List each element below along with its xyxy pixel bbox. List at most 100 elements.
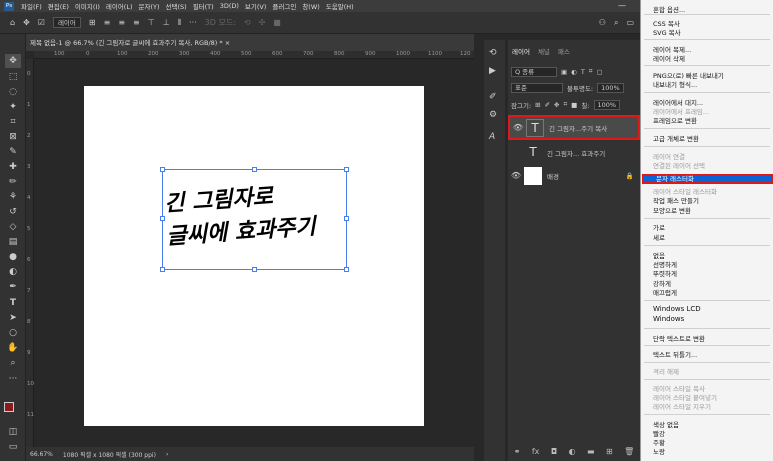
menu-item-export-as[interactable]: 내보내기 형식... [653,79,697,89]
hand-tool-icon[interactable]: ✋ [5,341,21,355]
layer-name[interactable]: 배경 [547,171,559,181]
filter-smart-icon[interactable]: ▢ [596,68,602,76]
fx-button[interactable]: fx [532,447,540,456]
menu-item-aa-smooth[interactable]: 매끄럽게 [653,287,677,297]
lock-artboard-icon[interactable]: ⌗ [564,100,568,109]
transform-handle[interactable] [252,267,257,272]
layer-row[interactable]: T 긴 그림자... 효과주기 [508,140,640,165]
layer-filter-dropdown[interactable]: Q 종류 [511,66,557,77]
layer-row-selected[interactable]: 👁 T 긴 그림자...주기 복사 [508,115,640,140]
gradient-tool-icon[interactable]: ▤ [5,235,21,249]
lock-transparent-icon[interactable]: ⊞ [535,101,540,109]
type-tool-icon[interactable]: T [5,296,21,310]
actions-panel-icon[interactable]: ▶ [489,66,496,76]
menu-item-delete-layer[interactable]: 레이어 삭제 [653,53,685,63]
add-mask-icon[interactable]: ◘ [551,447,557,456]
search-icon[interactable]: ⌕ [614,18,618,28]
transform-handle[interactable] [160,167,165,172]
blend-mode-dropdown[interactable]: 표준 [511,82,563,93]
menu-item-create-work-path[interactable]: 작업 패스 만들기 [653,195,699,205]
filter-adjust-icon[interactable]: ◐ [571,68,577,76]
layer-name[interactable]: 긴 그림자...주기 복사 [549,123,607,133]
align-top-icon[interactable]: ⊤ [148,18,155,27]
history-brush-icon[interactable]: ↺ [5,205,21,219]
filter-shape-icon[interactable]: ⌗ [589,67,593,76]
edit-toolbar-icon[interactable]: ··· [5,372,21,386]
menu-item-warp-text[interactable]: 텍스트 뒤틀기... [653,349,697,359]
close-tab-icon[interactable]: × [225,39,230,47]
menu-filter[interactable]: 필터(T) [190,1,217,11]
layer-select-dropdown[interactable]: 레이어 [52,17,81,28]
menu-help[interactable]: 도움말(H) [323,1,357,11]
frame-tool-icon[interactable]: ⊠ [5,130,21,144]
new-group-icon[interactable]: ▬ [587,447,595,456]
blur-tool-icon[interactable]: ● [5,250,21,264]
menu-select[interactable]: 선택(S) [163,1,190,11]
more-options-icon[interactable]: ··· [189,18,197,27]
menu-item-convert-smart-object[interactable]: 고급 개체로 변환 [653,133,699,143]
trash-icon[interactable]: 🗑 [624,447,634,456]
shape-tool-icon[interactable]: ○ [5,326,21,340]
menu-item-blending-options[interactable]: 혼합 옵션... [653,4,685,14]
menu-file[interactable]: 파일(F) [18,1,45,11]
layer-name[interactable]: 긴 그림자... 효과주기 [547,148,605,158]
eyedropper-icon[interactable]: ✎ [5,145,21,159]
eraser-tool-icon[interactable]: ◇ [5,220,21,234]
lock-all-icon[interactable]: ■ [571,101,577,109]
transform-controls-icon[interactable]: ⊞ [89,18,96,27]
distribute-icon[interactable]: ⫴ [178,18,181,28]
lock-move-icon[interactable]: ✥ [554,101,559,109]
align-middle-icon[interactable]: ⊥ [163,18,170,27]
home-icon[interactable]: ⌂ [10,18,15,27]
lasso-tool-icon[interactable]: ◌ [5,85,21,99]
tab-paths[interactable]: 패스 [558,46,570,56]
zoom-tool-icon[interactable]: ⌕ [5,356,21,370]
dodge-tool-icon[interactable]: ◐ [5,265,21,279]
menu-3d[interactable]: 3D(D) [217,2,242,10]
menu-item-windows-lcd[interactable]: Windows LCD [653,305,701,313]
menu-item-rasterize-type[interactable]: 문자 래스터화 [642,174,773,184]
minimize-icon[interactable]: — [618,1,626,10]
tab-layers[interactable]: 레이어 [512,46,530,56]
foreground-color-swatch[interactable] [4,402,14,412]
character-panel-icon[interactable]: A [489,132,495,142]
menu-window[interactable]: 창(W) [299,1,322,11]
lock-brush-icon[interactable]: ✐ [545,101,550,109]
menu-item-horizontal[interactable]: 가로 [653,222,665,232]
transform-handle[interactable] [160,216,165,221]
marquee-tool-icon[interactable]: ⬚ [5,70,21,84]
chevron-right-icon[interactable]: › [166,451,168,458]
menu-layer[interactable]: 레이어(L) [103,1,136,11]
tab-channels[interactable]: 채널 [538,46,550,56]
menu-item-yellow[interactable]: 노랑 [653,446,665,456]
menu-item-windows[interactable]: Windows [653,315,684,323]
menu-image[interactable]: 이미지(I) [72,1,103,11]
transform-bounding-box[interactable] [160,167,349,272]
menu-edit[interactable]: 편집(E) [45,1,72,11]
align-left-icon[interactable]: ≡ [104,18,111,27]
new-layer-icon[interactable]: ⊞ [606,447,613,456]
transform-handle[interactable] [344,216,349,221]
move-tool-icon[interactable]: ✥ [5,54,21,68]
menu-item-copy-svg[interactable]: SVG 복사 [653,27,681,37]
pen-tool-icon[interactable]: ✒ [5,280,21,294]
crop-tool-icon[interactable]: ⌗ [5,115,21,129]
transform-handle[interactable] [252,167,257,172]
menu-item-convert-to-frame[interactable]: 프레임으로 변환 [653,115,697,125]
menu-type[interactable]: 문자(Y) [136,1,163,11]
transform-handle[interactable] [344,167,349,172]
menu-item-convert-paragraph-text[interactable]: 단락 텍스트로 변환 [653,333,705,343]
adjustment-layer-icon[interactable]: ◐ [569,447,576,456]
healing-brush-icon[interactable]: ✚ [5,160,21,174]
magic-wand-icon[interactable]: ✦ [5,100,21,114]
move-tool-icon[interactable]: ✥ [23,18,30,27]
history-panel-icon[interactable]: ⟲ [489,48,497,58]
zoom-level[interactable]: 66.67% [30,451,53,458]
quick-mask-icon[interactable]: ◫ [5,425,21,439]
menu-item-convert-to-shape[interactable]: 모양으로 변환 [653,205,691,215]
clone-stamp-icon[interactable]: ⚘ [5,190,21,204]
filter-pixel-icon[interactable]: ▣ [561,68,567,76]
menu-item-aa-crisp[interactable]: 뚜렷하게 [653,268,677,278]
eye-icon[interactable]: 👁 [510,123,526,132]
auto-select-checkbox[interactable]: ☑ [38,18,45,27]
